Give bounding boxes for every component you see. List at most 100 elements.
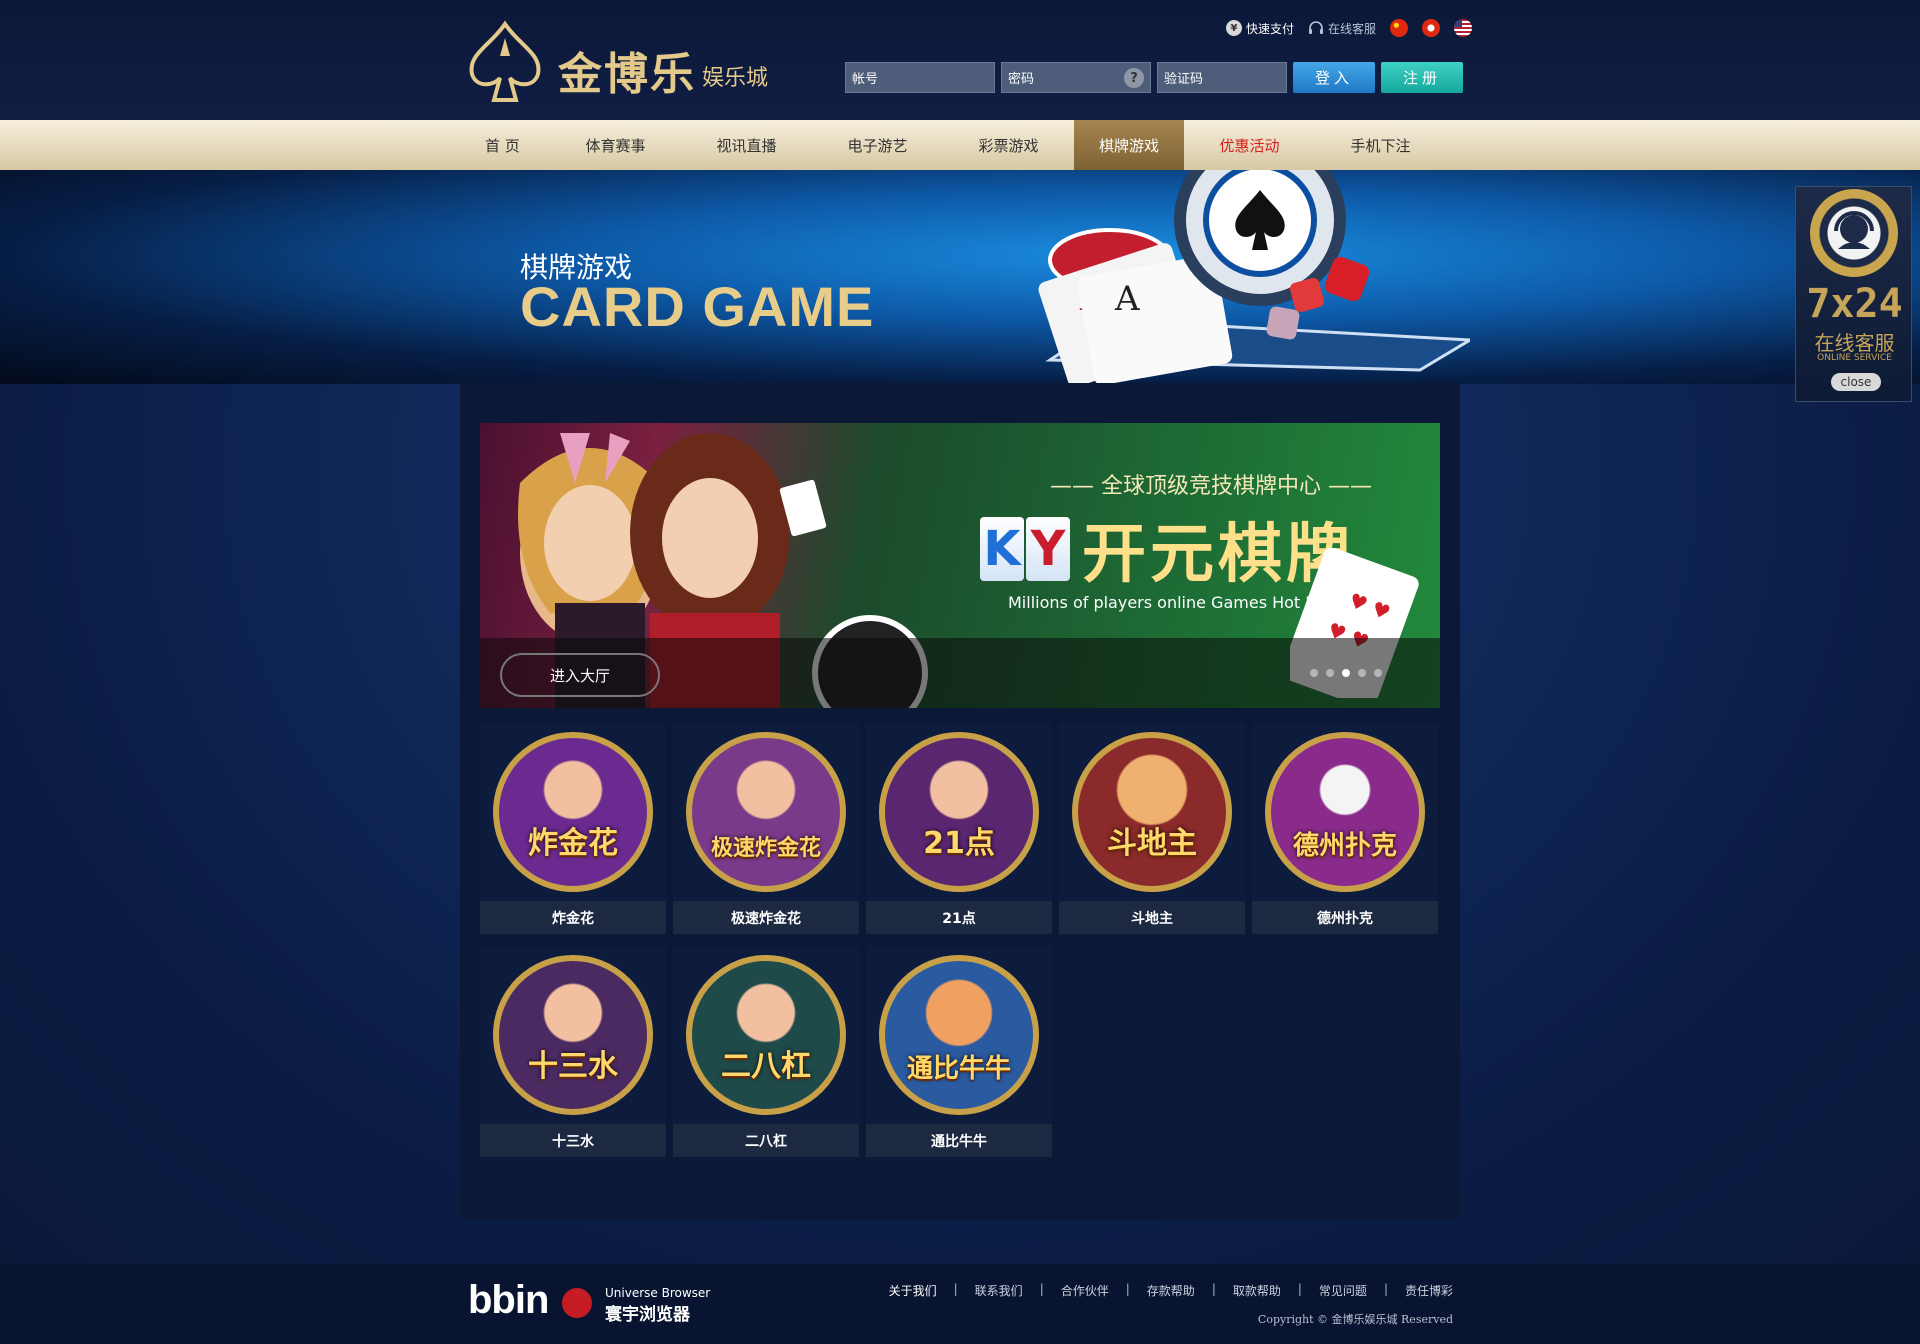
china-flag-icon[interactable]: [1390, 19, 1408, 37]
password-input[interactable]: 密码 ?: [1001, 62, 1151, 93]
game-name: 二八杠: [673, 1124, 859, 1157]
zhajinhua-logo-icon: 炸金花: [493, 732, 653, 892]
slide-dot[interactable]: [1358, 669, 1366, 677]
game-name: 通比牛牛: [866, 1124, 1052, 1157]
headset-icon: [1308, 21, 1323, 34]
footer-link-contact[interactable]: 联系我们: [975, 1282, 1023, 1299]
game-name: 21点: [866, 901, 1052, 934]
promo-tagline: —— 全球顶级竞技棋牌中心 ——: [1050, 474, 1372, 499]
game-tile-shisanshui[interactable]: 十三水 十三水: [480, 946, 666, 1157]
universe-browser-logo-icon[interactable]: [562, 1288, 592, 1318]
headset-agent-icon: [1834, 211, 1874, 249]
us-flag-icon[interactable]: [1454, 19, 1472, 37]
ky-letter-k: K: [980, 517, 1024, 581]
game-name: 十三水: [480, 1124, 666, 1157]
account-input[interactable]: 帐号: [845, 62, 995, 93]
captcha-input[interactable]: 验证码: [1157, 62, 1287, 93]
password-placeholder: 密码: [1008, 72, 1035, 87]
game-art: 十三水: [480, 946, 666, 1124]
online-service-widget[interactable]: 7x24 在线客服 ONLINE SERVICE close: [1795, 186, 1912, 402]
footer-separator: |: [1125, 1282, 1130, 1296]
nav-item-card-games[interactable]: 棋牌游戏: [1074, 120, 1184, 170]
login-button[interactable]: 登入: [1293, 62, 1375, 93]
slide-dot[interactable]: [1374, 669, 1382, 677]
footer-separator: |: [1211, 1282, 1216, 1296]
slide-dot[interactable]: [1310, 669, 1318, 677]
logo[interactable]: 金博乐 娱乐城: [460, 12, 780, 108]
game-art: 德州扑克: [1252, 723, 1438, 901]
universe-browser-label-en[interactable]: Universe Browser: [605, 1286, 710, 1300]
content-panel: —— 全球顶级竞技棋牌中心 —— K Y 开元棋牌 Millions of pl…: [460, 383, 1460, 1220]
game-art: 斗地主: [1059, 723, 1245, 901]
footer-link-about[interactable]: 关于我们: [889, 1282, 937, 1299]
nav-item-slots[interactable]: 电子游艺: [812, 120, 943, 170]
nav-item-promotions[interactable]: 优惠活动: [1184, 120, 1315, 170]
game-tile-doudizhu[interactable]: 斗地主 斗地主: [1059, 723, 1245, 934]
yen-icon: ¥: [1225, 20, 1242, 36]
jisu-zhajinhua-logo-icon: 极速炸金花: [686, 732, 846, 892]
customer-service-label: 在线客服: [1327, 21, 1376, 36]
nav-item-lottery[interactable]: 彩票游戏: [943, 120, 1074, 170]
logo-main-text: 金博乐: [558, 49, 696, 100]
service-avatar: [1810, 189, 1898, 277]
game-name: 德州扑克: [1252, 901, 1438, 934]
texas-holdem-logo-icon: 德州扑克: [1265, 732, 1425, 892]
footer-link-withdraw-help[interactable]: 取款帮助: [1233, 1282, 1281, 1299]
footer-links: 关于我们 | 联系我们 | 合作伙伴 | 存款帮助 | 取款帮助 | 常见问题 …: [889, 1282, 1453, 1299]
fast-pay-label: 快速支付: [1245, 21, 1294, 36]
spade-crown-logo-icon: [469, 20, 541, 102]
footer-link-partners[interactable]: 合作伙伴: [1061, 1282, 1109, 1299]
slide-dots: [1310, 669, 1382, 677]
game-tile-jisu-zhajinhua[interactable]: 极速炸金花 极速炸金花: [673, 723, 859, 934]
universe-browser-label-cn[interactable]: 寰宇浏览器: [605, 1300, 690, 1325]
game-art: 21点: [866, 723, 1052, 901]
poker-chips-illustration-icon: A A: [1038, 170, 1470, 384]
nav-item-home[interactable]: 首 页: [460, 120, 550, 170]
nav-item-live-video[interactable]: 视讯直播: [681, 120, 812, 170]
footer-link-responsible-gaming[interactable]: 责任博彩: [1405, 1282, 1453, 1299]
service-label-cn: 在线客服: [1814, 331, 1895, 355]
game-tile-erbagang[interactable]: 二八杠 二八杠: [673, 946, 859, 1157]
shisanshui-logo-icon: 十三水: [493, 955, 653, 1115]
ky-letter-y: Y: [1026, 517, 1070, 581]
game-art: 极速炸金花: [673, 723, 859, 901]
footer-separator: |: [1297, 1282, 1302, 1296]
footer-separator: |: [1383, 1282, 1388, 1296]
service-label-en: ONLINE SERVICE: [1817, 353, 1892, 363]
svg-text:A: A: [1114, 279, 1140, 319]
doudizhu-logo-icon: 斗地主: [1072, 732, 1232, 892]
enter-lobby-button[interactable]: 进入大厅: [500, 653, 660, 697]
hong-kong-flag-icon[interactable]: [1422, 19, 1440, 37]
fast-pay-link[interactable]: ¥ 快速支付: [1225, 20, 1294, 37]
game-art: 二八杠: [673, 946, 859, 1124]
customer-service-link[interactable]: 在线客服: [1308, 20, 1376, 37]
register-button[interactable]: 注册: [1381, 62, 1463, 93]
banner-title-en: CARD GAME: [520, 275, 875, 338]
slide-dot[interactable]: [1326, 669, 1334, 677]
game-art: 通比牛牛: [866, 946, 1052, 1124]
service-hours: 7x24: [1806, 281, 1903, 327]
footer-link-deposit-help[interactable]: 存款帮助: [1147, 1282, 1195, 1299]
tongbi-niuniu-logo-icon: 通比牛牛: [879, 955, 1039, 1115]
game-name: 斗地主: [1059, 901, 1245, 934]
header: 金博乐 娱乐城 ¥ 快速支付 在线客服 帐号 密码 ? 验证码 登入 注册: [0, 0, 1920, 120]
footer-separator: |: [953, 1282, 958, 1296]
game-name: 极速炸金花: [673, 901, 859, 934]
copyright: Copyright © 金博乐娱乐城 Reserved: [1257, 1313, 1453, 1326]
promo-banner[interactable]: —— 全球顶级竞技棋牌中心 —— K Y 开元棋牌 Millions of pl…: [480, 423, 1440, 708]
bbin-logo[interactable]: bbin: [468, 1278, 549, 1323]
page-banner: 棋牌游戏 CARD GAME A A: [0, 170, 1920, 384]
game-tile-texas-holdem[interactable]: 德州扑克 德州扑克: [1252, 723, 1438, 934]
promo-subtitle: Millions of players online Games Hot PK: [1008, 593, 1326, 612]
service-close-button[interactable]: close: [1831, 373, 1881, 391]
nav-item-sports[interactable]: 体育赛事: [550, 120, 681, 170]
game-tile-tongbi-niuniu[interactable]: 通比牛牛 通比牛牛: [866, 946, 1052, 1157]
help-icon[interactable]: ?: [1124, 68, 1144, 88]
footer-link-faq[interactable]: 常见问题: [1319, 1282, 1367, 1299]
top-links: ¥ 快速支付 在线客服: [1225, 16, 1472, 40]
game-tile-zhajinhua[interactable]: 炸金花 炸金花: [480, 723, 666, 934]
footer: bbin Universe Browser 寰宇浏览器 关于我们 | 联系我们 …: [0, 1264, 1920, 1344]
slide-dot-active[interactable]: [1342, 669, 1350, 677]
game-tile-blackjack[interactable]: 21点 21点: [866, 723, 1052, 934]
nav-item-mobile[interactable]: 手机下注: [1315, 120, 1446, 170]
